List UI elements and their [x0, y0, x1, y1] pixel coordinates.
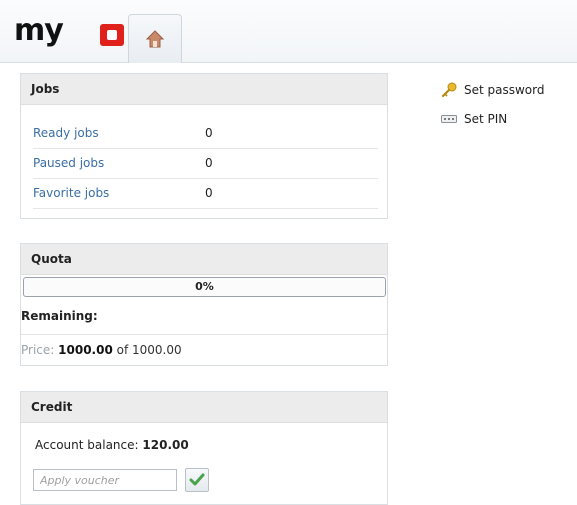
price-label: Price:	[21, 343, 55, 357]
pin-keypad-icon	[441, 115, 457, 123]
jobs-panel: Jobs Ready jobs 0 Paused jobs 0 Favorite…	[20, 73, 388, 219]
paused-jobs-row: Paused jobs 0	[33, 148, 378, 179]
checkmark-icon	[189, 473, 205, 486]
logo-text: my	[14, 13, 64, 48]
favorite-jobs-link[interactable]: Favorite jobs	[33, 178, 109, 208]
ready-jobs-link[interactable]: Ready jobs	[33, 118, 99, 148]
ready-jobs-count: 0	[205, 126, 213, 140]
logo-q-icon	[100, 24, 124, 46]
set-password-label: Set password	[464, 83, 545, 97]
paused-jobs-link[interactable]: Paused jobs	[33, 148, 104, 178]
key-icon	[441, 82, 457, 98]
ready-jobs-row: Ready jobs 0	[33, 118, 378, 149]
price-line: Price: 1000.00 of 1000.00	[21, 334, 387, 366]
quota-panel: Quota 0% Remaining: Price: 1000.00 of 10…	[20, 243, 388, 366]
tab-home[interactable]	[128, 14, 182, 63]
credit-panel: Credit Account balance: 120.00	[20, 391, 388, 505]
credit-panel-title: Credit	[21, 392, 387, 423]
favorite-jobs-count: 0	[205, 186, 213, 200]
quota-progress-text: 0%	[195, 280, 214, 293]
paused-jobs-count: 0	[205, 156, 213, 170]
quota-progress-bar: 0%	[23, 277, 386, 297]
voucher-input[interactable]	[33, 469, 177, 491]
jobs-panel-title: Jobs	[21, 74, 387, 105]
apply-voucher-button[interactable]	[185, 468, 209, 492]
set-pin-label: Set PIN	[464, 112, 508, 126]
home-icon	[145, 30, 165, 48]
top-header: my	[0, 0, 577, 63]
quota-panel-title: Quota	[21, 244, 387, 275]
price-total: of 1000.00	[116, 343, 182, 357]
account-balance: Account balance: 120.00	[35, 438, 189, 452]
remaining-label: Remaining:	[21, 309, 98, 323]
account-balance-value: 120.00	[142, 438, 189, 452]
account-balance-label: Account balance:	[35, 438, 139, 452]
price-amount: 1000.00	[58, 343, 113, 357]
favorite-jobs-row: Favorite jobs 0	[33, 178, 378, 209]
